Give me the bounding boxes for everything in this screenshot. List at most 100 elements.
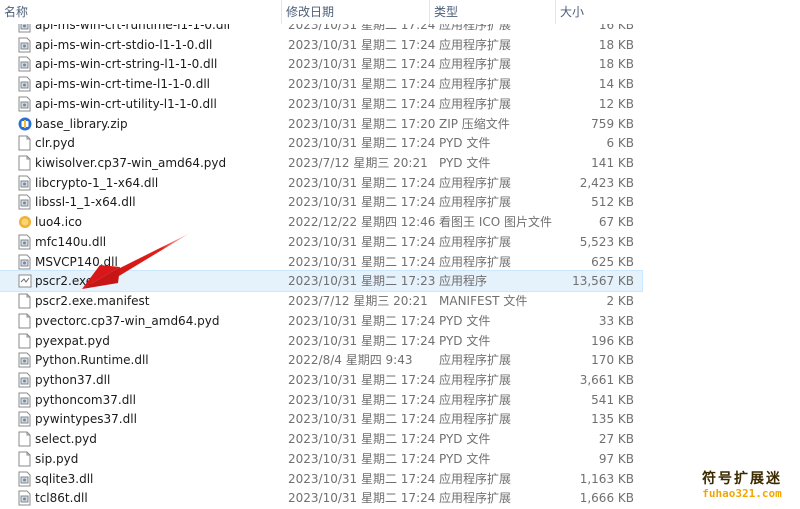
file-modified-date: 2023/10/31 星期二 17:24 <box>288 392 436 407</box>
file-row[interactable]: pythoncom37.dll 2023/10/31 星期二 17:24 应用程序扩… <box>0 390 642 410</box>
column-header-date[interactable]: 修改日期 <box>282 0 430 24</box>
blank-file-icon <box>18 451 31 467</box>
file-row[interactable]: pywintypes37.dll 2023/10/31 星期二 17:24 应用程序… <box>0 409 642 429</box>
file-row[interactable]: pscr2.exe.manifest 2023/7/12 星期三 20:21 MAN… <box>0 291 642 311</box>
dll-file-icon <box>18 76 31 92</box>
file-size: 759 KB <box>591 116 634 131</box>
file-modified-date: 2023/10/31 星期二 17:24 <box>288 136 436 151</box>
file-row[interactable]: api-ms-win-crt-stdio-l1-1-0.dll 2023/10/3… <box>0 35 642 55</box>
file-size: 135 KB <box>591 412 634 427</box>
file-name: pscr2.exe.manifest <box>35 294 150 309</box>
file-row[interactable]: api-ms-win-crt-time-l1-1-0.dll 2023/10/31… <box>0 74 642 94</box>
file-type: PYD 文件 <box>439 136 491 151</box>
file-size: 5,523 KB <box>579 234 634 249</box>
file-type: ZIP 压缩文件 <box>439 116 510 131</box>
file-size: 196 KB <box>591 333 634 348</box>
file-row[interactable]: mfc140u.dll 2023/10/31 星期二 17:24 应用程序扩展 5,5… <box>0 232 642 252</box>
file-modified-date: 2023/7/12 星期三 20:21 <box>288 156 428 171</box>
column-header-bar: 名称 修改日期 类型 大小 <box>0 0 642 24</box>
dll-file-icon <box>18 175 31 191</box>
file-type: 应用程序扩展 <box>439 96 512 111</box>
file-type: 应用程序扩展 <box>439 234 512 249</box>
file-type: 应用程序扩展 <box>439 372 512 387</box>
file-row[interactable]: sqlite3.dll 2023/10/31 星期二 17:24 应用程序扩展 1,1… <box>0 469 642 489</box>
file-name: Python.Runtime.dll <box>35 353 149 368</box>
file-type: PYD 文件 <box>439 432 491 447</box>
file-type: 应用程序扩展 <box>439 412 512 427</box>
file-row[interactable]: select.pyd 2023/10/31 星期二 17:24 PYD 文件 27 K… <box>0 429 642 449</box>
file-size: 27 KB <box>598 432 634 447</box>
file-row[interactable]: pscr2.exe 2023/10/31 星期二 17:23 应用程序 13,567 … <box>0 270 643 293</box>
file-type: 应用程序 <box>439 274 488 289</box>
file-size: 541 KB <box>591 392 634 407</box>
file-modified-date: 2023/10/31 星期二 17:20 <box>288 116 436 131</box>
file-row[interactable]: Python.Runtime.dll 2022/8/4 星期四 9:43 应用程序扩… <box>0 350 642 370</box>
file-type: 应用程序扩展 <box>439 77 512 92</box>
file-row[interactable]: kiwisolver.cp37-win_amd64.pyd 2023/7/12 星… <box>0 153 642 173</box>
file-row[interactable]: pvectorc.cp37-win_amd64.pyd 2023/10/31 星期… <box>0 311 642 331</box>
file-modified-date: 2023/10/31 星期二 17:24 <box>288 195 436 210</box>
file-modified-date: 2023/10/31 星期二 17:24 <box>288 37 436 52</box>
file-size: 97 KB <box>598 451 634 466</box>
file-row[interactable]: pyexpat.pyd 2023/10/31 星期二 17:24 PYD 文件 196… <box>0 331 642 351</box>
column-header-name[interactable]: 名称 <box>0 0 282 24</box>
file-size: 18 KB <box>598 37 634 52</box>
file-row[interactable]: libcrypto-1_1-x64.dll 2023/10/31 星期二 17:2… <box>0 173 642 193</box>
file-modified-date: 2022/12/22 星期四 12:46 <box>288 215 436 230</box>
file-row[interactable]: python37.dll 2023/10/31 星期二 17:24 应用程序扩展 3,… <box>0 370 642 390</box>
dll-file-icon <box>18 471 31 487</box>
file-name: pscr2.exe <box>35 274 94 289</box>
watermark-en-text: fuhao321.com <box>702 487 782 500</box>
file-name: python37.dll <box>35 372 111 387</box>
file-name: pythoncom37.dll <box>35 392 136 407</box>
file-size: 6 KB <box>606 136 634 151</box>
file-row[interactable]: MSVCP140.dll 2023/10/31 星期二 17:24 应用程序扩展 62… <box>0 252 642 272</box>
file-type: 应用程序扩展 <box>439 175 512 190</box>
dll-file-icon <box>18 490 31 506</box>
file-modified-date: 2023/10/31 星期二 17:24 <box>288 77 436 92</box>
file-name: sqlite3.dll <box>35 471 94 486</box>
file-name: api-ms-win-crt-time-l1-1-0.dll <box>35 77 210 92</box>
file-size: 12 KB <box>598 96 634 111</box>
dll-file-icon <box>18 254 31 270</box>
blank-file-icon <box>18 333 31 349</box>
file-modified-date: 2023/10/31 星期二 17:24 <box>288 333 436 348</box>
file-row[interactable]: luo4.ico 2022/12/22 星期四 12:46 看图王 ICO 图片文件… <box>0 212 642 232</box>
file-row[interactable]: api-ms-win-crt-utility-l1-1-0.dll 2023/10… <box>0 94 642 114</box>
watermark-cn-text: 符号扩展迷 <box>702 471 782 487</box>
file-modified-date: 2023/10/31 星期二 17:24 <box>288 313 436 328</box>
file-row[interactable]: base_library.zip 2023/10/31 星期二 17:20 ZIP … <box>0 114 642 134</box>
file-row[interactable]: tcl86t.dll 2023/10/31 星期二 17:24 应用程序扩展 1,66… <box>0 488 642 508</box>
file-modified-date: 2022/8/4 星期四 9:43 <box>288 353 413 368</box>
file-type: PYD 文件 <box>439 313 491 328</box>
file-row[interactable]: libssl-1_1-x64.dll 2023/10/31 星期二 17:24 应用… <box>0 192 642 212</box>
file-type: MANIFEST 文件 <box>439 294 528 309</box>
file-name: libcrypto-1_1-x64.dll <box>35 175 159 190</box>
file-size: 2,423 KB <box>579 175 634 190</box>
file-modified-date: 2023/10/31 星期二 17:24 <box>288 234 436 249</box>
file-type: 应用程序扩展 <box>439 254 512 269</box>
file-modified-date: 2023/10/31 星期二 17:24 <box>288 432 436 447</box>
file-size: 33 KB <box>598 313 634 328</box>
file-size: 13,567 KB <box>572 274 634 289</box>
column-header-size[interactable]: 大小 <box>556 0 642 24</box>
file-name: api-ms-win-crt-string-l1-1-0.dll <box>35 57 218 72</box>
blank-file-icon <box>18 313 31 329</box>
file-name: sip.pyd <box>35 451 79 466</box>
file-modified-date: 2023/10/31 星期二 17:24 <box>288 57 436 72</box>
file-size: 625 KB <box>591 254 634 269</box>
file-type: PYD 文件 <box>439 451 491 466</box>
file-name: libssl-1_1-x64.dll <box>35 195 136 210</box>
file-size: 67 KB <box>598 215 634 230</box>
column-header-type[interactable]: 类型 <box>430 0 556 24</box>
file-type: 应用程序扩展 <box>439 195 512 210</box>
file-row[interactable]: api-ms-win-crt-string-l1-1-0.dll 2023/10/… <box>0 54 642 74</box>
file-size: 14 KB <box>598 77 634 92</box>
file-row[interactable]: clr.pyd 2023/10/31 星期二 17:24 PYD 文件 6 KB <box>0 133 642 153</box>
file-row[interactable]: sip.pyd 2023/10/31 星期二 17:24 PYD 文件 97 KB <box>0 449 642 469</box>
exe-file-icon <box>18 273 32 289</box>
file-modified-date: 2023/10/31 星期二 17:24 <box>288 412 436 427</box>
file-name: pyexpat.pyd <box>35 333 110 348</box>
file-name: MSVCP140.dll <box>35 254 118 269</box>
file-modified-date: 2023/10/31 星期二 17:24 <box>288 372 436 387</box>
